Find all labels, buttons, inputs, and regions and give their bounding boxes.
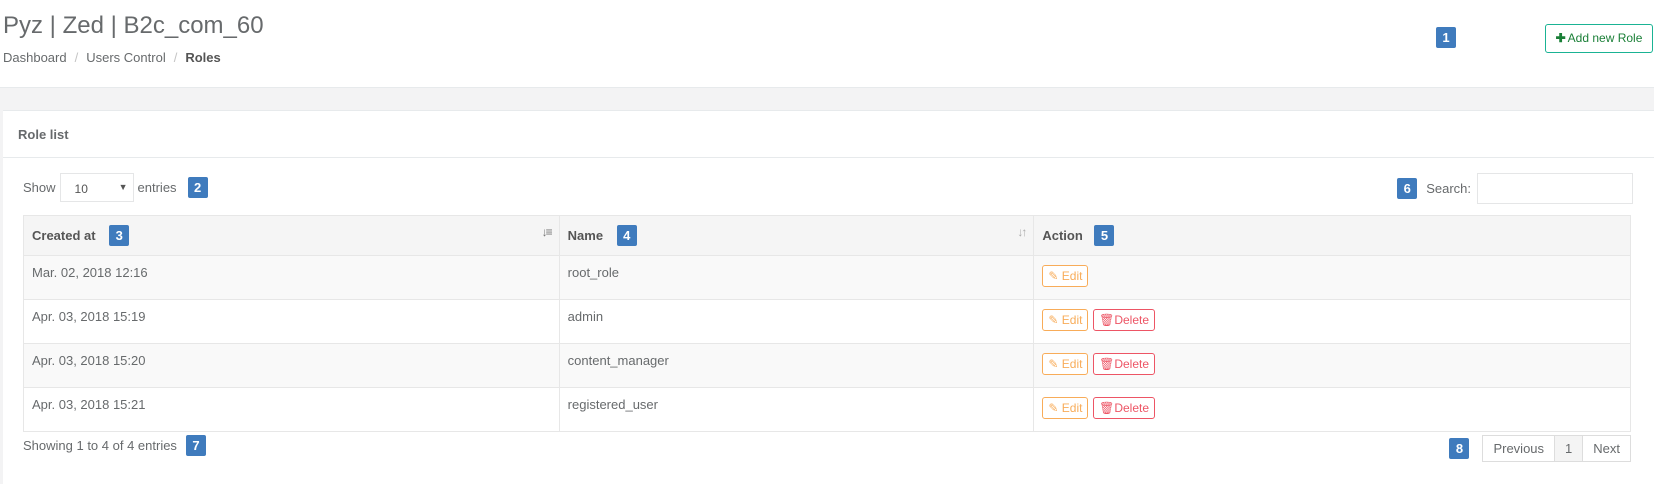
delete-button[interactable]: 🗑Delete <box>1093 397 1155 419</box>
pagination: 8 Previous 1 Next <box>1449 435 1631 462</box>
marker-badge: 4 <box>616 225 637 246</box>
edit-icon: ✎ <box>1048 269 1059 283</box>
marker-badge: 3 <box>109 225 130 246</box>
delete-label: Delete <box>1114 313 1149 327</box>
edit-button[interactable]: ✎ Edit <box>1042 397 1089 419</box>
marker-badge: 8 <box>1449 438 1470 459</box>
role-name-cell: admin <box>558 299 1035 344</box>
role-table: Created at 3 ↓≡ Name 4 ↓↑ Action 5 Mar. … <box>23 215 1631 432</box>
entries-info: Showing 1 to 4 of 4 entries <box>23 438 177 453</box>
breadcrumb: Dashboard / Users Control / Roles <box>3 50 221 65</box>
caret-down-icon: ▼ <box>118 182 128 192</box>
breadcrumb-roles: Roles <box>185 50 221 65</box>
trash-icon: 🗑 <box>1099 357 1115 371</box>
page-header: Pyz | Zed | B2c_com_60 Dashboard / Users C… <box>0 0 1654 88</box>
edit-icon: ✎ <box>1048 357 1059 371</box>
action-cell: ✎ Edit 🗑Delete <box>1033 343 1631 388</box>
action-cell: ✎ Edit 🗑Delete <box>1033 299 1631 344</box>
breadcrumb-dashboard[interactable]: Dashboard <box>3 50 67 65</box>
trash-icon: 🗑 <box>1099 401 1115 415</box>
edit-icon: ✎ <box>1048 313 1059 327</box>
marker-badge: 7 <box>185 435 206 456</box>
role-name-cell: root_role <box>558 255 1035 300</box>
column-label: Name <box>567 228 604 243</box>
page-title: Pyz | Zed | B2c_com_60 <box>3 12 264 39</box>
search-control: 6 Search: <box>1397 173 1633 204</box>
created-at-cell: Apr. 03, 2018 15:19 <box>23 299 560 344</box>
role-list-panel: Role list Show 10 ▼ entries 2 6 Search: … <box>3 110 1654 484</box>
column-header-name[interactable]: Name 4 ↓↑ <box>558 215 1035 256</box>
action-cell: ✎ Edit <box>1033 255 1631 300</box>
trash-icon: 🗑 <box>1099 313 1115 327</box>
created-at-cell: Mar. 02, 2018 12:16 <box>23 255 560 300</box>
search-label: Search: <box>1426 181 1471 196</box>
sort-icon[interactable]: ↓↑ <box>1017 225 1027 239</box>
role-name-cell: registered_user <box>558 387 1035 432</box>
marker-badge: 6 <box>1397 178 1418 199</box>
edit-button[interactable]: ✎ Edit <box>1042 265 1089 287</box>
add-new-role-button[interactable]: ✚ Add new Role <box>1545 24 1653 53</box>
column-label: Action <box>1042 228 1083 243</box>
table-controls: Show 10 ▼ entries 2 6 Search: <box>23 173 1633 213</box>
table-info: Showing 1 to 4 of 4 entries 7 <box>23 435 206 456</box>
sort-ascending-icon[interactable]: ↓≡ <box>542 225 553 239</box>
delete-button[interactable]: 🗑Delete <box>1093 309 1155 331</box>
page-1-button[interactable]: 1 <box>1554 435 1584 462</box>
marker-badge: 1 <box>1436 27 1456 48</box>
action-cell: ✎ Edit 🗑Delete <box>1033 387 1631 432</box>
next-page-button[interactable]: Next <box>1582 435 1631 462</box>
marker-badge: 2 <box>187 177 208 198</box>
edit-label: Edit <box>1061 401 1083 415</box>
delete-button[interactable]: 🗑Delete <box>1093 353 1155 375</box>
table-row: Apr. 03, 2018 15:19 admin ✎ Edit 🗑Delete <box>23 299 1631 344</box>
search-input[interactable] <box>1477 173 1633 204</box>
table-row: Apr. 03, 2018 15:21 registered_user ✎ Ed… <box>23 387 1631 432</box>
delete-label: Delete <box>1114 357 1149 371</box>
breadcrumb-separator: / <box>74 50 79 65</box>
delete-label: Delete <box>1114 401 1149 415</box>
breadcrumb-separator: / <box>173 50 178 65</box>
add-new-role-label: Add new Role <box>1567 31 1643 45</box>
role-name-cell: content_manager <box>558 343 1035 388</box>
created-at-cell: Apr. 03, 2018 15:21 <box>23 387 560 432</box>
created-at-cell: Apr. 03, 2018 15:20 <box>23 343 560 388</box>
plus-icon: ✚ <box>1555 31 1566 45</box>
edit-button[interactable]: ✎ Edit <box>1042 309 1089 331</box>
page-length-select[interactable]: 10 ▼ <box>59 173 134 202</box>
page-length-control: Show 10 ▼ entries 2 <box>23 173 208 202</box>
breadcrumb-users-control[interactable]: Users Control <box>86 50 165 65</box>
column-header-created-at[interactable]: Created at 3 ↓≡ <box>23 215 560 256</box>
table-row: Mar. 02, 2018 12:16 root_role ✎ Edit <box>23 255 1631 300</box>
page-length-value: 10 <box>74 182 88 196</box>
show-label: Show <box>23 180 56 195</box>
table-row: Apr. 03, 2018 15:20 content_manager ✎ Ed… <box>23 343 1631 388</box>
entries-label: entries <box>137 180 177 195</box>
previous-page-button[interactable]: Previous <box>1482 435 1556 462</box>
edit-button[interactable]: ✎ Edit <box>1042 353 1089 375</box>
column-label: Created at <box>32 228 96 243</box>
edit-label: Edit <box>1061 313 1083 327</box>
column-header-action: Action 5 <box>1033 215 1631 256</box>
panel-title: Role list <box>3 111 1654 158</box>
edit-icon: ✎ <box>1048 401 1059 415</box>
marker-badge: 5 <box>1094 225 1115 246</box>
edit-label: Edit <box>1061 269 1083 283</box>
edit-label: Edit <box>1061 357 1083 371</box>
